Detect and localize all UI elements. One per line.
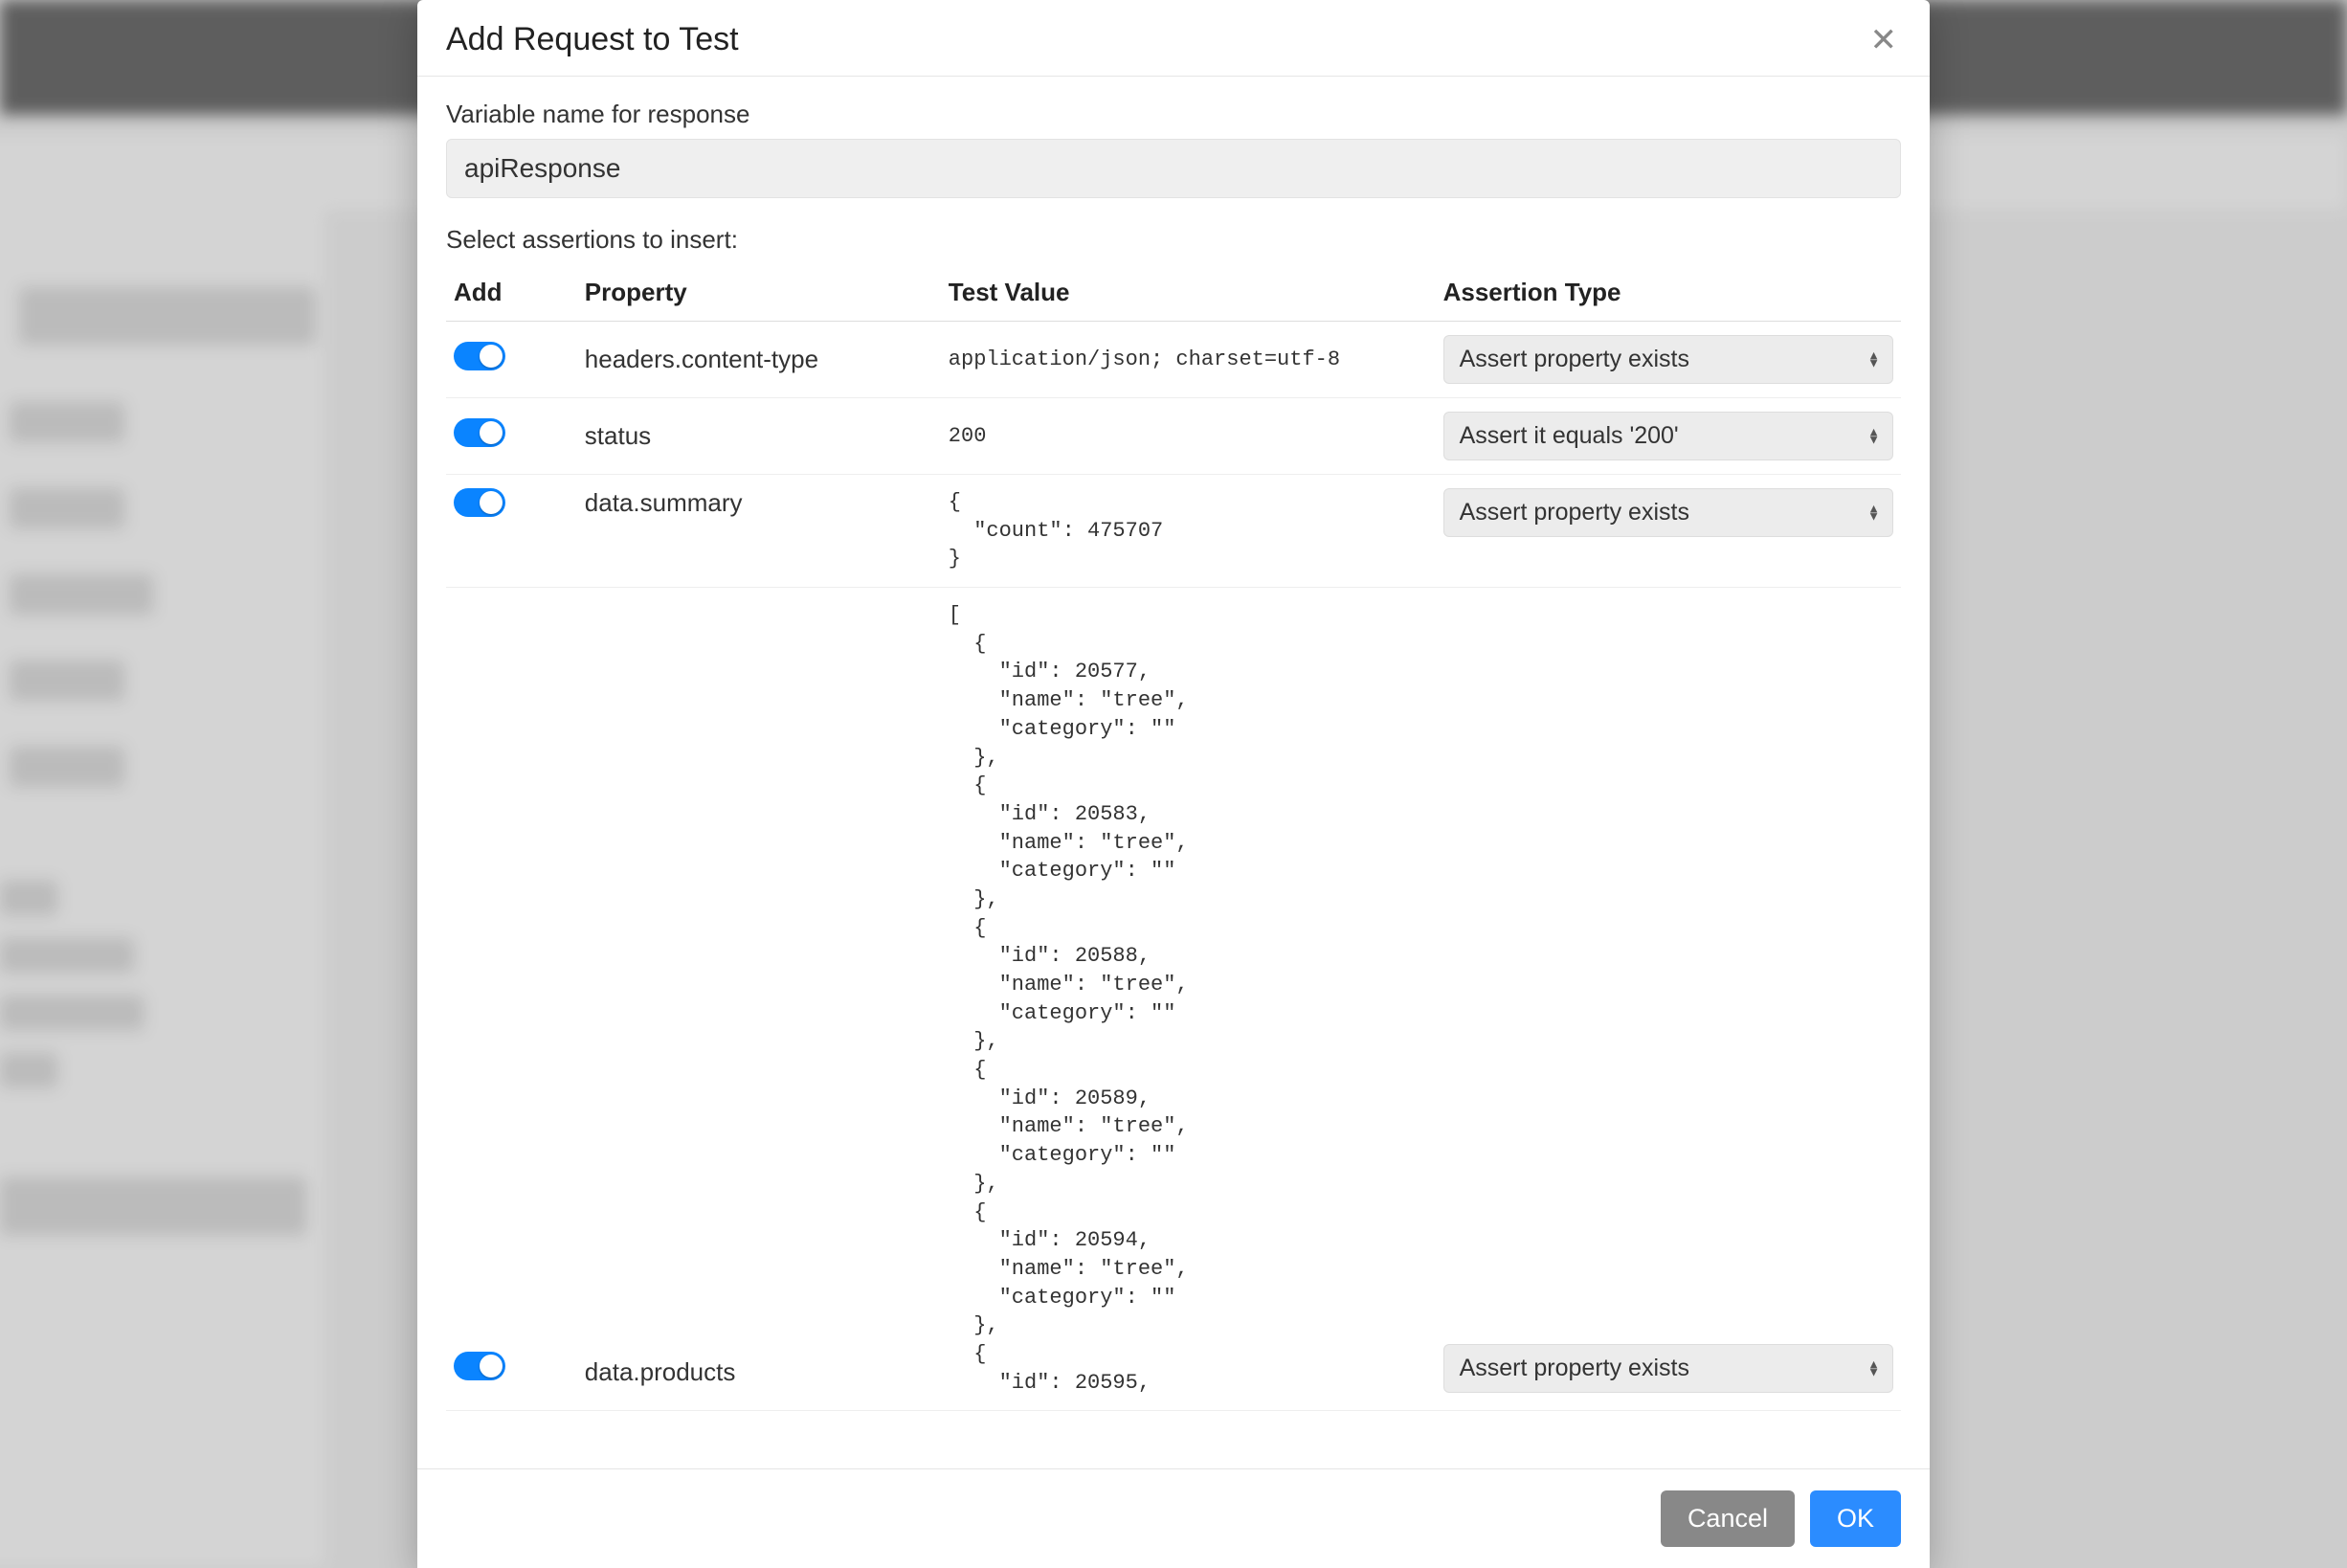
- assertion-type-select[interactable]: Assert property exists: [1443, 488, 1893, 537]
- add-toggle[interactable]: [454, 342, 505, 370]
- col-header-test-value: Test Value: [941, 268, 1436, 322]
- col-header-property: Property: [577, 268, 941, 322]
- modal-header: Add Request to Test ✕: [417, 0, 1930, 77]
- property-cell: status: [577, 398, 941, 475]
- test-value-cell: application/json; charset=utf-8: [949, 346, 1428, 374]
- table-row: data.summary { "count": 475707 } Assert …: [446, 475, 1901, 588]
- property-cell: data.summary: [577, 475, 941, 588]
- assertion-type-select[interactable]: Assert it equals '200': [1443, 412, 1893, 460]
- test-value-cell: { "count": 475707 }: [949, 488, 1428, 573]
- test-value-cell: [ { "id": 20577, "name": "tree", "catego…: [949, 601, 1428, 1397]
- add-toggle[interactable]: [454, 488, 505, 517]
- table-header-row: Add Property Test Value Assertion Type: [446, 268, 1901, 322]
- property-cell: headers.content-type: [577, 322, 941, 398]
- ok-button[interactable]: OK: [1810, 1490, 1901, 1547]
- add-toggle[interactable]: [454, 1352, 505, 1380]
- close-icon[interactable]: ✕: [1866, 24, 1902, 56]
- cancel-button[interactable]: Cancel: [1661, 1490, 1795, 1547]
- test-value-cell: 200: [949, 422, 1428, 451]
- assertions-table: Add Property Test Value Assertion Type h…: [446, 268, 1901, 1411]
- variable-name-input[interactable]: [446, 139, 1901, 198]
- modal-footer: Cancel OK: [417, 1468, 1930, 1568]
- add-toggle[interactable]: [454, 418, 505, 447]
- table-row: status 200 Assert it equals '200' ▲▼: [446, 398, 1901, 475]
- col-header-add: Add: [446, 268, 577, 322]
- assertion-type-select[interactable]: Assert property exists: [1443, 1344, 1893, 1393]
- property-cell: data.products: [577, 588, 941, 1411]
- modal-body: Variable name for response Select assert…: [417, 77, 1930, 1468]
- modal-title: Add Request to Test: [446, 21, 739, 58]
- table-row: data.products [ { "id": 20577, "name": "…: [446, 588, 1901, 1411]
- variable-name-label: Variable name for response: [446, 100, 1901, 129]
- add-request-modal: Add Request to Test ✕ Variable name for …: [417, 0, 1930, 1568]
- table-row: headers.content-type application/json; c…: [446, 322, 1901, 398]
- col-header-assertion-type: Assertion Type: [1436, 268, 1901, 322]
- assertion-type-select[interactable]: Assert property exists: [1443, 335, 1893, 384]
- select-assertions-label: Select assertions to insert:: [446, 225, 1901, 255]
